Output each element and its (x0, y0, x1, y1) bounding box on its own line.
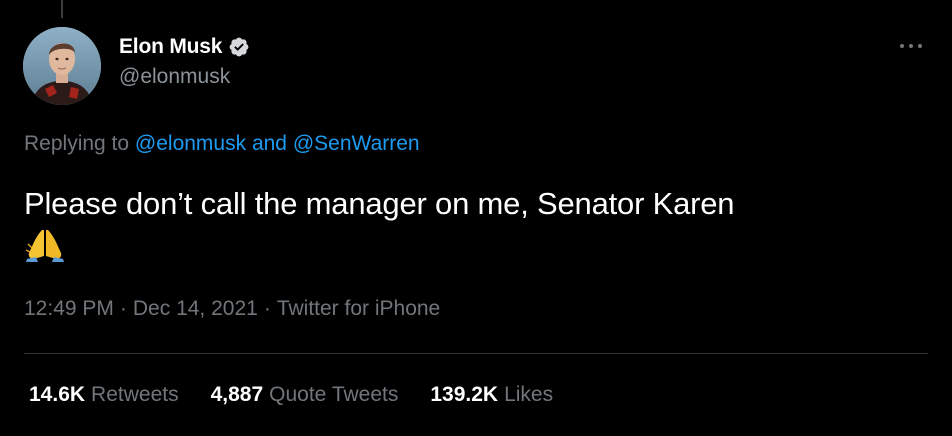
divider (24, 353, 928, 354)
tweet-body: Please don’t call the manager on me, Sen… (24, 183, 924, 267)
author-handle[interactable]: @elonmusk (119, 65, 230, 89)
author-name-row[interactable]: Elon Musk (119, 33, 250, 61)
meta-separator: · (263, 297, 271, 320)
engagement-stats: 14.6K Retweets 4,887 Quote Tweets 139.2K Li… (29, 383, 585, 407)
verified-badge-icon (228, 36, 250, 58)
more-dot (918, 44, 922, 48)
more-dot (900, 44, 904, 48)
avatar[interactable] (23, 27, 101, 105)
reply-mention-link[interactable]: @elonmusk (135, 132, 246, 155)
quote-tweets-stat[interactable]: 4,887 Quote Tweets (211, 383, 399, 407)
likes-label: Likes (504, 383, 554, 406)
thread-connector-line (61, 0, 63, 18)
quote-tweets-count: 4,887 (210, 383, 264, 406)
likes-count: 139.2K (430, 383, 499, 406)
replying-to-line: Replying to @elonmusk and @SenWarren (24, 132, 420, 156)
author-display-name[interactable]: Elon Musk (119, 35, 222, 59)
quote-tweets-label: Quote Tweets (269, 383, 399, 406)
replying-prefix: Replying to (24, 132, 130, 155)
likes-stat[interactable]: 139.2K Likes (430, 383, 553, 407)
tweet-text: Please don’t call the manager on me, Sen… (24, 186, 735, 221)
reply-conjunction: and (251, 132, 287, 155)
more-options-icon[interactable] (897, 38, 925, 54)
more-dot (909, 44, 913, 48)
retweets-stat[interactable]: 14.6K Retweets (29, 383, 179, 407)
tweet-timestamp-line: 12:49 PM · Dec 14, 2021 · Twitter for iPhone (24, 297, 440, 321)
folded-hands-icon (24, 226, 66, 262)
retweets-label: Retweets (91, 383, 179, 406)
retweets-count: 14.6K (29, 383, 86, 406)
meta-separator: · (119, 297, 127, 320)
tweet-date[interactable]: Dec 14, 2021 (133, 297, 258, 320)
reply-mention-link[interactable]: @SenWarren (293, 132, 420, 155)
tweet-time[interactable]: 12:49 PM (24, 297, 114, 320)
tweet-source[interactable]: Twitter for iPhone (277, 297, 440, 320)
